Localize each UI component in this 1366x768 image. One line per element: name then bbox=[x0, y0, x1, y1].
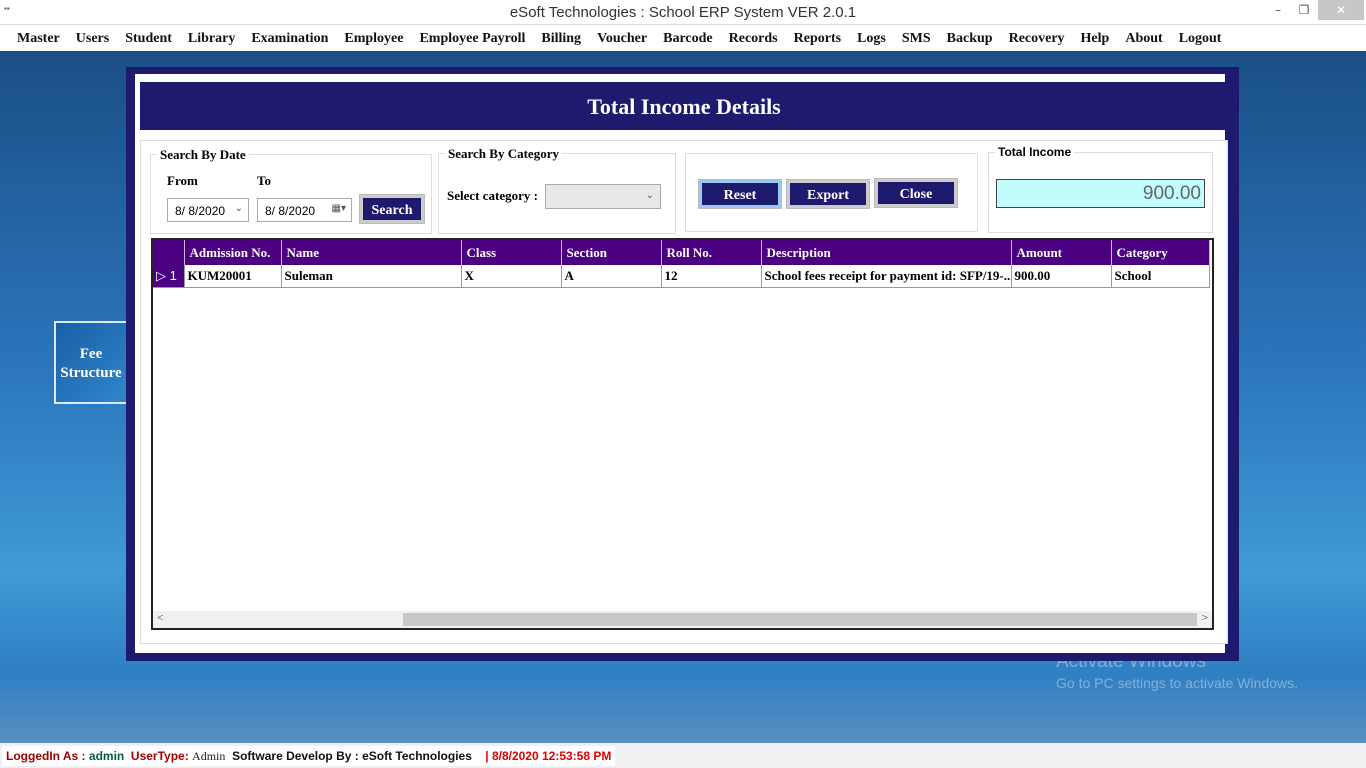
group-legend: Total Income bbox=[995, 145, 1075, 159]
search-button[interactable]: Search bbox=[359, 194, 425, 224]
current-row-indicator-icon: ▷ bbox=[156, 267, 166, 283]
table-cell[interactable]: X bbox=[461, 265, 562, 288]
row-index: 1 bbox=[169, 267, 177, 283]
close-button[interactable]: Close bbox=[874, 178, 958, 208]
group-legend: Search By Category bbox=[445, 146, 562, 162]
total-income-group: Total Income 900.00 bbox=[988, 145, 1213, 233]
tile-label: Fee bbox=[79, 346, 103, 362]
datetime: 8/8/2020 12:53:58 PM bbox=[491, 749, 612, 763]
menu-logs[interactable]: Logs bbox=[849, 25, 894, 51]
from-date-value: 8/ 8/2020 bbox=[175, 204, 226, 218]
user-type-label: UserType: bbox=[130, 749, 189, 763]
menu-help[interactable]: Help bbox=[1073, 25, 1118, 51]
column-header[interactable]: Class bbox=[461, 240, 562, 265]
menu-bar: Master Users Student Library Examination Empl… bbox=[0, 25, 1366, 51]
menu-master[interactable]: Master bbox=[9, 25, 68, 51]
status-bar: LoggedIn As : admin UserType: Admin Soft… bbox=[0, 743, 1366, 768]
title-bar: ▪▪ eSoft Technologies : School ERP Syste… bbox=[0, 0, 1366, 25]
chevron-down-icon: ⌄ bbox=[645, 190, 654, 201]
table-cell[interactable]: 900.00 bbox=[1011, 265, 1112, 288]
menu-backup[interactable]: Backup bbox=[939, 25, 1001, 51]
income-grid[interactable]: Admission No. Name Class Section Roll No. Des… bbox=[151, 238, 1214, 630]
close-window-button[interactable]: ✕ bbox=[1318, 0, 1364, 20]
table-cell[interactable]: School fees receipt for payment id: SFP/… bbox=[761, 265, 1012, 288]
watermark-text: Go to PC settings to activate Windows. bbox=[1056, 675, 1298, 691]
scrollbar-thumb[interactable] bbox=[403, 613, 1197, 626]
developer-credit: Software Develop By : eSoft Technologies bbox=[232, 749, 472, 763]
column-header[interactable]: Description bbox=[761, 240, 1012, 265]
menu-library[interactable]: Library bbox=[180, 25, 243, 51]
row-header[interactable]: ▷ 1 bbox=[153, 265, 185, 288]
column-header[interactable]: Name bbox=[281, 240, 462, 265]
menu-examination[interactable]: Examination bbox=[243, 25, 336, 51]
to-date-picker[interactable]: 8/ 8/2020 ▦▾ bbox=[257, 198, 352, 222]
export-button[interactable]: Export bbox=[786, 179, 870, 209]
to-date-value: 8/ 8/2020 bbox=[265, 204, 316, 218]
row-header-corner bbox=[153, 240, 185, 265]
total-income-dialog: Total Income Details Search By Date From… bbox=[126, 67, 1239, 661]
table-row[interactable]: ▷ 1 KUM20001 Suleman X A 12 School fees receip… bbox=[153, 265, 1210, 288]
menu-recovery[interactable]: Recovery bbox=[1001, 25, 1073, 51]
table-cell[interactable]: School bbox=[1111, 265, 1210, 288]
menu-users[interactable]: Users bbox=[68, 25, 117, 51]
chevron-down-icon: ⌄ bbox=[234, 203, 243, 214]
menu-employee[interactable]: Employee bbox=[336, 25, 411, 51]
from-label: From bbox=[167, 173, 198, 188]
table-cell[interactable]: KUM20001 bbox=[184, 265, 282, 288]
separator: | bbox=[485, 749, 489, 763]
menu-billing[interactable]: Billing bbox=[533, 25, 589, 51]
window-title: eSoft Technologies : School ERP System V… bbox=[509, 4, 857, 21]
table-cell[interactable]: 12 bbox=[661, 265, 762, 288]
search-by-category-group: Search By Category Select category : ⌄ bbox=[438, 146, 676, 234]
horizontal-scrollbar[interactable]: < > bbox=[153, 611, 1212, 628]
search-by-date-group: Search By Date From To 8/ 8/2020 ⌄ 8/ 8/2… bbox=[150, 147, 432, 234]
menu-sms[interactable]: SMS bbox=[894, 25, 939, 51]
column-header[interactable]: Amount bbox=[1011, 240, 1112, 265]
minimize-button[interactable]: – bbox=[1264, 0, 1292, 20]
scroll-left-icon[interactable]: < bbox=[157, 612, 163, 624]
category-select[interactable]: ⌄ bbox=[545, 184, 661, 209]
restore-button[interactable]: ❐ bbox=[1290, 0, 1318, 20]
column-header[interactable]: Category bbox=[1111, 240, 1210, 265]
menu-voucher[interactable]: Voucher bbox=[589, 25, 655, 51]
group-legend: Search By Date bbox=[157, 147, 249, 163]
menu-records[interactable]: Records bbox=[721, 25, 786, 51]
column-header[interactable]: Section bbox=[561, 240, 662, 265]
menu-logout[interactable]: Logout bbox=[1171, 25, 1230, 51]
menu-student[interactable]: Student bbox=[117, 25, 180, 51]
column-header[interactable]: Admission No. bbox=[184, 240, 282, 265]
menu-employee-payroll[interactable]: Employee Payroll bbox=[411, 25, 533, 51]
logged-in-user: admin bbox=[88, 749, 125, 763]
to-label: To bbox=[257, 173, 271, 188]
user-type: Admin bbox=[192, 749, 226, 763]
table-cell[interactable]: Suleman bbox=[281, 265, 462, 288]
menu-barcode[interactable]: Barcode bbox=[655, 25, 721, 51]
reset-button[interactable]: Reset bbox=[698, 179, 782, 209]
from-date-picker[interactable]: 8/ 8/2020 ⌄ bbox=[167, 198, 249, 222]
table-cell[interactable]: A bbox=[561, 265, 662, 288]
actions-group: Reset Export Close bbox=[685, 153, 978, 232]
dialog-title: Total Income Details bbox=[140, 82, 1228, 130]
select-category-label: Select category : bbox=[447, 188, 538, 203]
menu-reports[interactable]: Reports bbox=[786, 25, 849, 51]
logged-in-label: LoggedIn As : bbox=[6, 749, 86, 763]
scroll-right-icon[interactable]: > bbox=[1202, 612, 1208, 624]
calendar-icon: ▦▾ bbox=[331, 203, 346, 214]
dialog-panel: Search By Date From To 8/ 8/2020 ⌄ 8/ 8/2… bbox=[140, 140, 1228, 644]
tile-label: Structure bbox=[60, 365, 122, 381]
total-income-field: 900.00 bbox=[996, 179, 1205, 208]
fee-structure-tile[interactable]: Fee Structure bbox=[54, 321, 128, 404]
column-header[interactable]: Roll No. bbox=[661, 240, 762, 265]
menu-about[interactable]: About bbox=[1117, 25, 1170, 51]
